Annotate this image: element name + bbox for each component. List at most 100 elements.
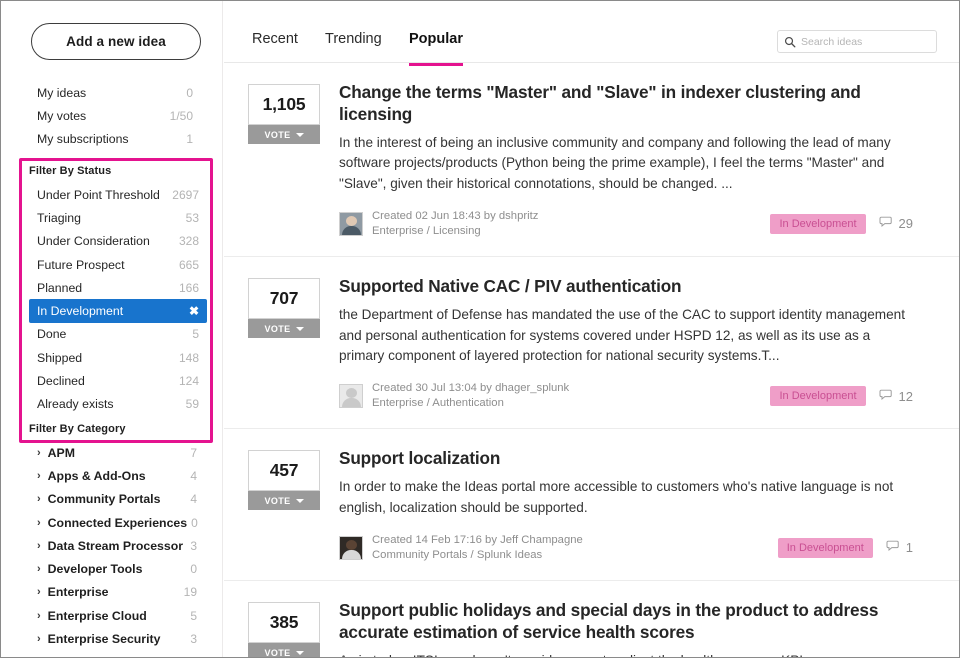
chevron-right-icon: ›	[37, 586, 41, 599]
category-filter-connected-experiences[interactable]: › Connected Experiences 0	[1, 511, 223, 534]
category-filter-enterprise-security[interactable]: › Enterprise Security 3	[1, 627, 223, 650]
filter-by-category-heading: Filter By Category	[29, 423, 126, 435]
vote-button[interactable]: VOTE	[248, 125, 320, 144]
vote-count: 385	[248, 602, 320, 644]
my-votes-label: My votes	[37, 108, 87, 123]
search-box[interactable]	[777, 30, 937, 53]
vote-button[interactable]: VOTE	[248, 319, 320, 339]
status-filter-under-consideration[interactable]: Under Consideration 328	[29, 230, 207, 253]
sidebar-item-my-votes[interactable]: My votes 1/50	[1, 104, 223, 127]
status-count: 148	[178, 350, 199, 365]
category-label: APM	[47, 445, 75, 460]
idea-body: Change the terms "Master" and "Slave" in…	[339, 82, 913, 239]
category-count: 3	[190, 538, 197, 553]
category-label: Enterprise Security	[47, 632, 161, 647]
idea-card[interactable]: 457 VOTE Support localization In order t…	[224, 429, 959, 582]
status-filter-planned[interactable]: Planned 166	[29, 276, 207, 299]
filter-by-category-list: › APM 7 › Apps & Add-Ons 4 › Community P…	[1, 441, 223, 651]
ideas-portal-page: Add a new idea My ideas 0 My votes 1/50 …	[0, 0, 960, 658]
avatar	[339, 384, 363, 409]
comment-count-group[interactable]: 1	[885, 539, 913, 556]
category-filter-apm[interactable]: › APM 7	[1, 441, 223, 464]
idea-title[interactable]: Change the terms "Master" and "Slave" in…	[339, 82, 913, 126]
idea-title[interactable]: Support localization	[339, 448, 913, 470]
tab-recent[interactable]: Recent	[252, 31, 298, 63]
vote-count: 457	[248, 450, 320, 492]
idea-description: As in today, ITSI app doesn't provide a …	[339, 651, 913, 657]
status-filter-done[interactable]: Done 5	[29, 323, 207, 346]
chevron-right-icon: ›	[37, 446, 41, 459]
search-input[interactable]	[801, 35, 930, 48]
status-filter-triaging[interactable]: Triaging 53	[29, 206, 207, 229]
sidebar-item-my-ideas[interactable]: My ideas 0	[1, 81, 223, 104]
close-icon[interactable]: ✖	[189, 305, 199, 317]
category-filter-data-stream-processor[interactable]: › Data Stream Processor 3	[1, 534, 223, 557]
chevron-right-icon: ›	[37, 516, 41, 529]
status-filter-in-development[interactable]: In Development ✖	[29, 299, 207, 323]
chevron-down-icon	[295, 650, 304, 655]
idea-meta: Created 14 Feb 17:16 by Jeff Champagne C…	[339, 533, 913, 564]
status-count: 166	[178, 280, 199, 295]
chevron-down-icon	[295, 326, 304, 331]
status-count: 2697	[172, 187, 199, 202]
category-label: Enterprise	[47, 585, 109, 600]
status-label: Planned	[37, 280, 83, 295]
add-new-idea-button[interactable]: Add a new idea	[31, 23, 201, 60]
my-ideas-label: My ideas	[37, 85, 87, 100]
status-badge: In Development	[770, 213, 866, 234]
idea-meta-right: In Development 29	[770, 213, 913, 234]
category-filter-developer-tools[interactable]: › Developer Tools 0	[1, 557, 223, 580]
category-filter-community-portals[interactable]: › Community Portals 4	[1, 488, 223, 511]
idea-description: the Department of Defense has mandated t…	[339, 307, 905, 364]
status-filter-already-exists[interactable]: Already exists 59	[29, 393, 207, 416]
status-filter-under-point-threshold[interactable]: Under Point Threshold 2697	[29, 183, 207, 206]
status-badge: In Development	[770, 386, 866, 407]
category-label: Data Stream Processor	[47, 538, 184, 553]
vote-button-label: VOTE	[264, 323, 291, 334]
status-filter-shipped[interactable]: Shipped 148	[29, 346, 207, 369]
comment-icon	[885, 539, 901, 556]
vote-button[interactable]: VOTE	[248, 491, 320, 511]
comment-count-group[interactable]: 12	[878, 388, 913, 405]
status-filter-declined[interactable]: Declined 124	[29, 369, 207, 392]
idea-card[interactable]: 385 VOTE Support public holidays and spe…	[224, 581, 959, 657]
status-label: Done	[37, 327, 67, 342]
idea-category: Community Portals / Splunk Ideas	[372, 548, 543, 561]
status-label: Future Prospect	[37, 257, 125, 272]
category-filter-apps-add-ons[interactable]: › Apps & Add-Ons 4	[1, 464, 223, 487]
chevron-down-icon	[295, 132, 304, 137]
status-filter-future-prospect[interactable]: Future Prospect 665	[29, 253, 207, 276]
category-filter-enterprise[interactable]: › Enterprise 19	[1, 581, 223, 604]
idea-body: Support localization In order to make th…	[339, 448, 913, 563]
idea-title[interactable]: Supported Native CAC / PIV authenticatio…	[339, 276, 913, 298]
idea-meta: Created 30 Jul 13:04 by dhager_splunk En…	[339, 381, 913, 412]
tab-popular[interactable]: Popular	[409, 31, 463, 66]
tab-trending[interactable]: Trending	[325, 31, 382, 63]
comment-count-group[interactable]: 29	[878, 215, 913, 232]
idea-meta-text: Created 14 Feb 17:16 by Jeff Champagne C…	[372, 533, 778, 564]
filter-by-status-heading: Filter By Status	[29, 165, 112, 177]
category-filter-enterprise-cloud[interactable]: › Enterprise Cloud 5	[1, 604, 223, 627]
comment-count: 29	[898, 216, 913, 232]
my-subscriptions-label: My subscriptions	[37, 131, 129, 146]
vote-block: 457 VOTE	[248, 450, 320, 511]
idea-card[interactable]: 707 VOTE Supported Native CAC / PIV auth…	[224, 257, 959, 430]
chevron-right-icon: ›	[37, 469, 41, 482]
vote-block: 1,105 VOTE	[248, 84, 320, 144]
idea-title[interactable]: Support public holidays and special days…	[339, 600, 913, 644]
filter-by-status-list: Under Point Threshold 2697 Triaging 53 U…	[1, 183, 223, 416]
status-badge: In Development	[777, 537, 873, 558]
vote-block: 385 VOTE	[248, 602, 320, 657]
idea-description: In order to make the Ideas portal more a…	[339, 479, 894, 515]
vote-button[interactable]: VOTE	[248, 643, 320, 657]
status-label: In Development	[37, 304, 124, 319]
comment-count: 12	[898, 388, 913, 404]
sidebar-item-my-subscriptions[interactable]: My subscriptions 1	[1, 127, 223, 150]
idea-body: Supported Native CAC / PIV authenticatio…	[339, 276, 913, 411]
category-count: 4	[190, 468, 197, 483]
idea-created: Created 30 Jul 13:04 by dhager_splunk	[372, 381, 570, 394]
idea-card[interactable]: 1,105 VOTE Change the terms "Master" and…	[224, 63, 959, 258]
idea-meta: Created 02 Jun 18:43 by dshpritz Enterpr…	[339, 209, 913, 240]
chevron-right-icon: ›	[37, 633, 41, 646]
status-label: Declined	[37, 374, 85, 389]
